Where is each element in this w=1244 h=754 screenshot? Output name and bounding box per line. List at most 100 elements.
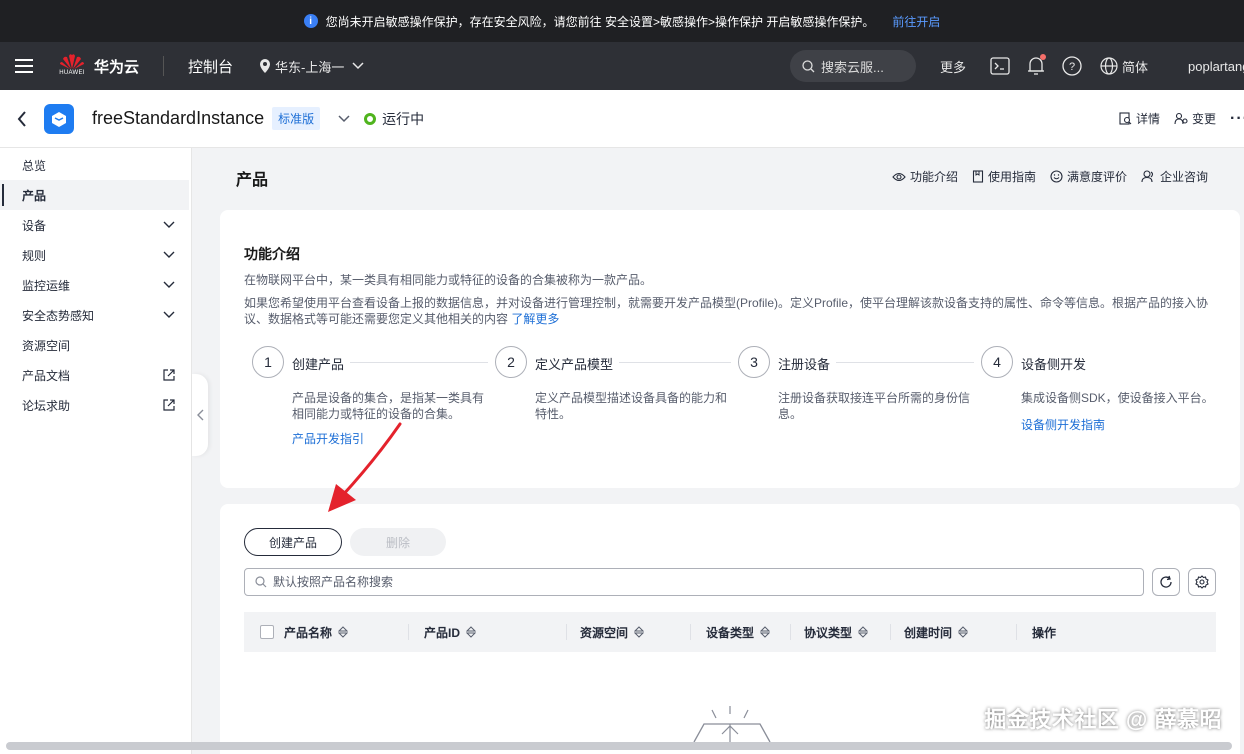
annotation-arrow-icon bbox=[328, 422, 402, 512]
refresh-icon bbox=[1160, 575, 1172, 588]
svg-text:?: ? bbox=[1069, 61, 1075, 73]
step-number: 1 bbox=[252, 346, 284, 378]
banner-enable-link[interactable]: 前往开启 bbox=[892, 13, 940, 30]
chevron-down-icon bbox=[352, 62, 364, 70]
chevron-down-icon bbox=[163, 251, 175, 258]
step-number: 4 bbox=[981, 346, 1013, 378]
sidebar-item-forum[interactable]: 论坛求助 bbox=[0, 390, 191, 420]
intro-paragraph-2: 如果您希望使用平台查看设备上报的数据信息，并对设备进行管理控制，就需要开发产品模… bbox=[244, 296, 1209, 326]
sidebar-collapse-toggle[interactable] bbox=[192, 374, 208, 456]
huawei-cloud-logo[interactable]: HUAWEI 华为云 bbox=[58, 52, 139, 80]
global-search[interactable]: 搜索云服... bbox=[789, 50, 916, 82]
settings-button[interactable] bbox=[1188, 568, 1216, 596]
sort-icon bbox=[338, 626, 349, 638]
divider bbox=[163, 56, 165, 76]
detail-button[interactable]: 详情 bbox=[1119, 110, 1160, 127]
step-title: 创建产品 bbox=[292, 354, 351, 373]
instance-header: freeStandardInstance 标准版 运行中 详情 变更 ··· bbox=[0, 90, 1244, 148]
more-actions-icon[interactable]: ··· bbox=[1230, 110, 1244, 128]
sidebar: 总览 产品 设备 规则 监控运维 安全态势感知 资源空间 产品文档 论坛求助 bbox=[0, 148, 192, 754]
step-number: 2 bbox=[495, 346, 527, 378]
device-dev-guide-link[interactable]: 设备侧开发指南 bbox=[1021, 416, 1105, 433]
page-help-links: 功能介绍 使用指南 满意度评价 企业咨询 bbox=[892, 168, 1208, 185]
divider bbox=[790, 624, 791, 640]
refresh-button[interactable] bbox=[1152, 568, 1180, 596]
edition-badge: 标准版 bbox=[272, 107, 321, 130]
chevron-down-icon bbox=[163, 281, 175, 288]
enterprise-consult-link[interactable]: 企业咨询 bbox=[1141, 168, 1208, 185]
sidebar-item-monitoring[interactable]: 监控运维 bbox=[0, 270, 191, 300]
menu-icon[interactable] bbox=[0, 42, 48, 90]
console-link[interactable]: 控制台 bbox=[188, 56, 233, 77]
more-menu[interactable]: 更多 bbox=[940, 57, 966, 76]
column-resource-space[interactable]: 资源空间 bbox=[566, 612, 690, 652]
change-icon bbox=[1174, 112, 1188, 125]
sidebar-item-overview[interactable]: 总览 bbox=[0, 150, 191, 180]
terminal-icon[interactable] bbox=[988, 54, 1012, 78]
consult-icon bbox=[1141, 170, 1154, 183]
sort-icon bbox=[858, 626, 869, 638]
chevron-left-icon bbox=[196, 409, 203, 421]
create-product-button[interactable]: 创建产品 bbox=[244, 528, 342, 556]
product-search-field[interactable] bbox=[244, 568, 1144, 596]
search-icon bbox=[802, 59, 815, 72]
language-label: 简体 bbox=[1121, 59, 1148, 75]
divider bbox=[1016, 624, 1017, 640]
horizontal-scrollbar[interactable] bbox=[6, 742, 1232, 750]
language-selector[interactable]: 简体 bbox=[1100, 57, 1148, 76]
gear-icon bbox=[1195, 575, 1209, 589]
help-icon[interactable]: ? bbox=[1060, 54, 1084, 78]
divider bbox=[566, 624, 567, 640]
step-number: 3 bbox=[738, 346, 770, 378]
top-navigation: HUAWEI 华为云 控制台 华东-上海一 搜索云服... 更多 ? 简体 po… bbox=[0, 42, 1244, 90]
divider bbox=[890, 624, 891, 640]
notification-dot bbox=[1039, 54, 1046, 60]
step-description: 产品是设备的集合，是指某一类具有相同能力或特征的设备的合集。 bbox=[292, 391, 485, 421]
search-icon bbox=[255, 576, 267, 588]
region-selector[interactable]: 华东-上海一 bbox=[259, 57, 364, 76]
sort-icon bbox=[466, 626, 477, 638]
step-description: 注册设备获取接连平台所需的身份信息。 bbox=[778, 391, 971, 421]
product-search-input[interactable] bbox=[273, 575, 1133, 589]
intro-title: 功能介绍 bbox=[244, 246, 300, 262]
satisfaction-link[interactable]: 满意度评价 bbox=[1050, 168, 1127, 185]
sort-icon bbox=[634, 626, 645, 638]
banner-message: 您尚未开启敏感操作保护，存在安全风险，请您前往 安全设置>敏感操作>操作保护 开… bbox=[325, 14, 875, 29]
iot-instance-icon bbox=[44, 103, 74, 134]
change-button[interactable]: 变更 bbox=[1174, 110, 1216, 127]
user-account[interactable]: poplartang bbox=[1188, 59, 1244, 74]
column-device-type[interactable]: 设备类型 bbox=[690, 612, 790, 652]
detail-icon bbox=[1119, 112, 1132, 125]
learn-more-link[interactable]: 了解更多 bbox=[511, 312, 559, 326]
step-title: 设备侧开发 bbox=[1021, 354, 1093, 373]
instance-status: 运行中 bbox=[364, 109, 424, 129]
column-product-id[interactable]: 产品ID bbox=[408, 612, 566, 652]
step-title: 注册设备 bbox=[778, 354, 837, 373]
external-link-icon bbox=[163, 369, 175, 381]
column-product-name[interactable]: 产品名称 bbox=[244, 612, 408, 652]
sidebar-item-resource-space[interactable]: 资源空间 bbox=[0, 330, 191, 360]
chevron-down-icon[interactable] bbox=[338, 114, 350, 123]
running-status-icon bbox=[364, 112, 377, 125]
sort-icon bbox=[958, 626, 969, 638]
huawei-logo-icon: HUAWEI bbox=[58, 52, 86, 80]
feature-intro-link[interactable]: 功能介绍 bbox=[892, 168, 958, 185]
sidebar-item-rules[interactable]: 规则 bbox=[0, 240, 191, 270]
security-warning-banner: i 您尚未开启敏感操作保护，存在安全风险，请您前往 安全设置>敏感操作>操作保护… bbox=[0, 0, 1244, 42]
user-guide-link[interactable]: 使用指南 bbox=[972, 168, 1036, 185]
empty-state-illustration bbox=[690, 704, 774, 747]
select-all-checkbox[interactable] bbox=[260, 625, 274, 639]
step-description: 集成设备侧SDK，使设备接入平台。 bbox=[1021, 391, 1214, 405]
column-protocol-type[interactable]: 协议类型 bbox=[790, 612, 890, 652]
region-label: 华东-上海一 bbox=[275, 59, 345, 75]
sidebar-item-devices[interactable]: 设备 bbox=[0, 210, 191, 240]
sidebar-item-products[interactable]: 产品 bbox=[0, 180, 189, 210]
column-created-time[interactable]: 创建时间 bbox=[890, 612, 1016, 652]
location-pin-icon bbox=[260, 59, 271, 73]
delete-button[interactable]: 删除 bbox=[350, 528, 446, 556]
sidebar-item-security[interactable]: 安全态势感知 bbox=[0, 300, 191, 330]
sidebar-item-product-docs[interactable]: 产品文档 bbox=[0, 360, 191, 390]
back-arrow-icon[interactable] bbox=[0, 110, 44, 127]
notification-bell-icon[interactable] bbox=[1024, 54, 1048, 78]
external-link-icon bbox=[163, 399, 175, 411]
